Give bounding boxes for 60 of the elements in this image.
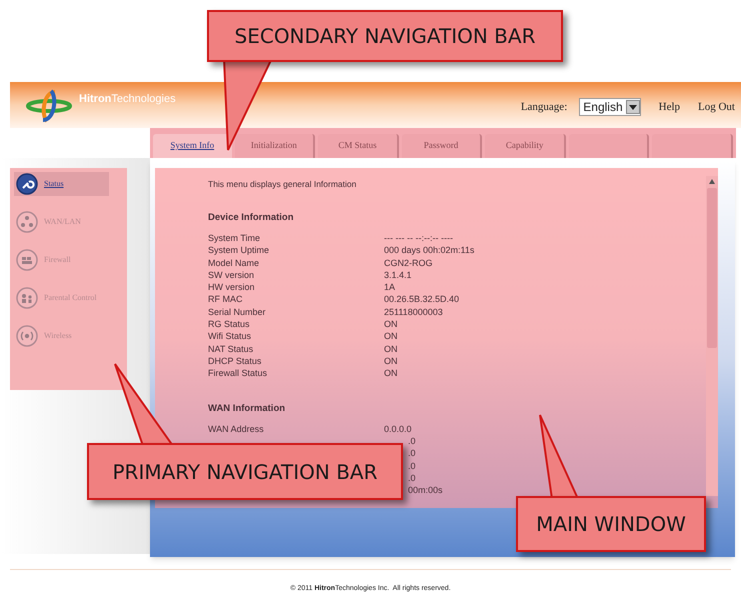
row-label: Wifi Status — [208, 331, 252, 342]
sidebar-item[interactable]: Firewall — [14, 248, 109, 272]
key-icon — [16, 173, 38, 195]
row-value: 00.26.5B.32.5D.40 — [384, 293, 460, 306]
row-label: RF MAC — [208, 294, 242, 304]
row-value: 0.0.0.0 — [384, 422, 412, 436]
logo-text: HitronTechnologies — [79, 92, 176, 107]
row-label: Firewall Status — [208, 368, 268, 378]
row-label: System Uptime — [208, 245, 270, 256]
logo-icon — [25, 88, 73, 124]
row-value: ON — [384, 330, 398, 343]
help-link[interactable]: Help — [658, 98, 680, 116]
sidebar-item[interactable]: WAN/LAN — [14, 210, 109, 234]
sidebar-item[interactable]: Parental Control — [14, 286, 109, 310]
tab[interactable] — [568, 134, 650, 158]
row-value: 1A — [384, 281, 396, 294]
tab[interactable]: CM Status — [318, 134, 399, 158]
row-value: --- --- -- --:--:-- ---- — [384, 232, 453, 244]
row-label: HW version — [208, 282, 255, 292]
tab[interactable]: Initialization — [234, 134, 316, 158]
row-label: System Time — [208, 233, 260, 243]
row-value: .0 — [408, 472, 416, 484]
row-label: WAN Address — [208, 424, 264, 434]
row-label: NAT Status — [208, 344, 254, 354]
row-label: SW version — [208, 270, 254, 280]
row-value: 00m:00s — [408, 484, 443, 497]
tab[interactable]: Password — [402, 134, 482, 158]
dropdown-icon — [626, 100, 640, 114]
wireless-icon — [16, 325, 38, 347]
network-icon — [16, 211, 38, 233]
row-value: 3.1.4.1 — [384, 268, 412, 282]
tab[interactable] — [652, 134, 734, 158]
tab[interactable]: Capability — [485, 134, 566, 158]
language-label: Language: — [520, 100, 568, 115]
people-icon — [16, 287, 38, 309]
wall-icon — [16, 249, 38, 271]
row-value: ON — [384, 367, 398, 380]
row-value: 000 days 00h:02m:11s — [384, 244, 474, 257]
row-value: ON — [384, 318, 398, 330]
tab[interactable]: System Info — [153, 134, 232, 158]
row-value: 251118000003 — [384, 306, 443, 318]
logout-link[interactable]: Log Out — [698, 98, 735, 116]
scroll-thumb[interactable] — [707, 188, 717, 348]
section-title: Device Information — [208, 210, 295, 225]
row-value: ON — [384, 342, 398, 355]
row-value: .0 — [408, 435, 416, 448]
sidebar-item[interactable]: Wireless — [14, 324, 109, 348]
row-value: ON — [384, 354, 398, 368]
language-select[interactable]: English — [579, 98, 641, 116]
row-label: Model Name — [208, 258, 260, 268]
row-value: .0 — [408, 447, 416, 460]
row-label: RG Status — [208, 319, 250, 330]
row-label: DHCP Status — [208, 356, 262, 366]
row-value: CGN2-ROG — [384, 256, 433, 269]
sidebar-item[interactable]: Status — [14, 172, 109, 196]
scroll-up-icon[interactable] — [709, 179, 715, 184]
row-value: .0 — [408, 460, 416, 472]
row-label: Serial Number — [208, 306, 266, 317]
section-title: WAN Information — [208, 402, 286, 416]
intro-text: This menu displays general Information — [208, 178, 356, 191]
